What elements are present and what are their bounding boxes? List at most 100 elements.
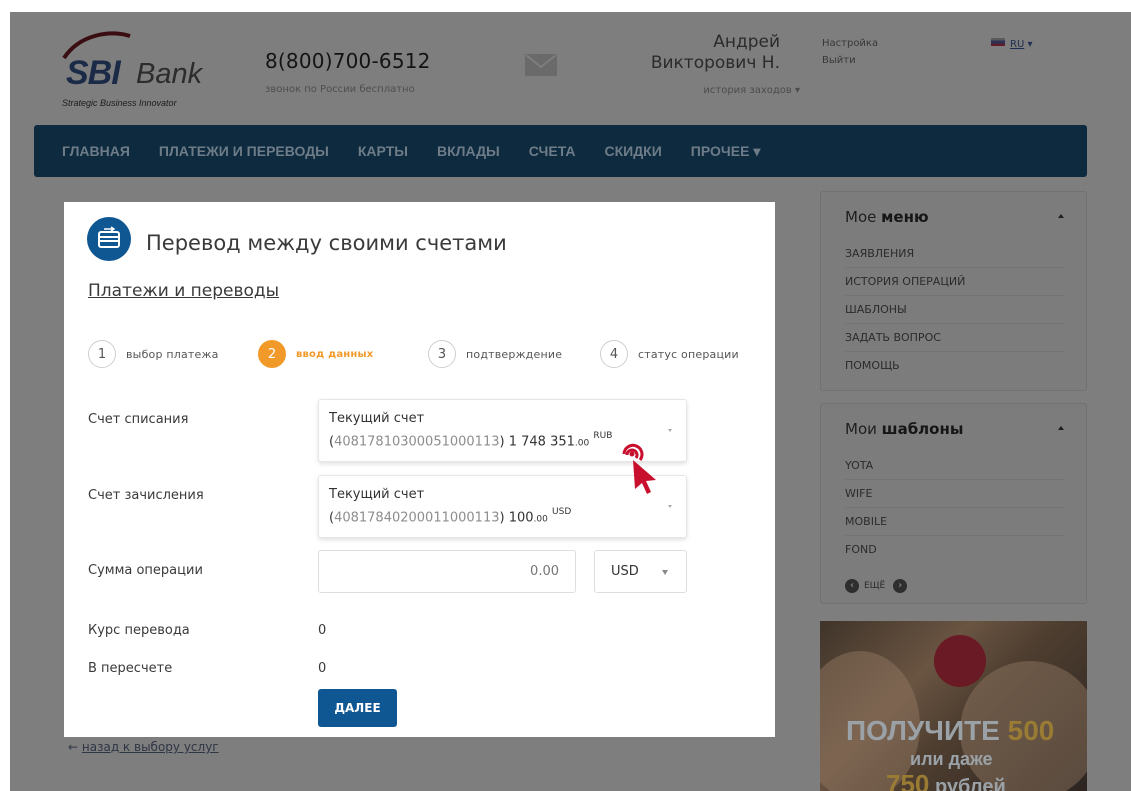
templates-more-label[interactable]: ЕЩЁ <box>864 581 885 591</box>
account-number: 40817840200011000113 <box>334 510 500 526</box>
account-currency: USD <box>552 507 572 517</box>
support-phone: 8(800)700-6512 <box>265 49 431 73</box>
sbi-bank-logo[interactable]: SBI Bank Strategic Business Innovator <box>60 28 230 108</box>
credit-account-label: Счет зачисления <box>88 488 204 503</box>
currency-value: USD <box>611 564 639 579</box>
breadcrumb-payments-link[interactable]: Платежи и переводы <box>88 281 279 301</box>
transfer-modal: Перевод между своими счетами Платежи и п… <box>64 202 775 737</box>
my-menu-panel: Мое меню ЗАЯВЛЕНИЯ ИСТОРИЯ ОПЕРАЦИЙ ШАБЛ… <box>820 191 1087 391</box>
promo-line-3: 750 рублей <box>886 769 1006 791</box>
menu-item-templates[interactable]: ШАБЛОНЫ <box>845 296 1065 324</box>
rate-label: Курс перевода <box>88 623 190 638</box>
user-last-name[interactable]: Викторович Н. <box>610 53 780 73</box>
template-item[interactable]: YOTA <box>845 452 1065 480</box>
back-link-label: назад к выбору услуг <box>81 740 219 754</box>
account-details: (40817810300051000113) 1 748 351.00 RUB <box>329 431 613 450</box>
amount-label: Сумма операции <box>88 563 203 578</box>
credit-account-select[interactable]: Текущий счет (40817840200011000113) 100.… <box>318 475 687 538</box>
nav-item-accounts[interactable]: СЧЕТА <box>529 143 576 159</box>
chevron-down-icon: ▾ <box>753 142 761 159</box>
nav-item-discounts[interactable]: СКИДКИ <box>604 143 661 159</box>
step-number: 3 <box>428 340 456 368</box>
step-label: ввод данных <box>296 348 374 360</box>
step-4[interactable]: 4 статус операции <box>600 340 739 368</box>
chevron-down-icon: ▾ <box>794 85 800 96</box>
chevron-right-icon[interactable]: › <box>893 579 908 593</box>
account-name: Текущий счет <box>329 487 425 502</box>
step-number: 2 <box>258 340 286 368</box>
promo-line-3-number: 750 <box>886 769 930 791</box>
my-templates-title-plain: Мои <box>845 420 877 438</box>
collapse-icon[interactable] <box>1058 214 1064 218</box>
main-nav: ГЛАВНАЯ ПЛАТЕЖИ И ПЕРЕВОДЫ КАРТЫ ВКЛАДЫ … <box>34 125 1087 177</box>
my-templates-panel: Мои шаблоны YOTA WIFE MOBILE FOND ‹ ЕЩЁ … <box>820 403 1087 604</box>
logout-link[interactable]: Выйти <box>822 55 856 66</box>
promo-banner[interactable]: ПОЛУЧИТЕ 500 или даже 750 рублей <box>820 621 1087 791</box>
nav-item-home[interactable]: ГЛАВНАЯ <box>62 143 130 159</box>
debit-account-select[interactable]: Текущий счет (40817810300051000113) 1 74… <box>318 399 687 462</box>
nav-more-label: ПРОЧЕЕ <box>690 142 750 159</box>
login-history-link[interactable]: история заходов ▾ <box>650 85 800 96</box>
my-menu-title-bold: меню <box>881 208 929 226</box>
step-label: выбор платежа <box>126 347 219 361</box>
nav-item-deposits[interactable]: ВКЛАДЫ <box>437 143 500 159</box>
logo-word: Bank <box>136 58 203 90</box>
language-selector[interactable]: RU ▾ <box>991 38 1033 50</box>
chevron-down-icon <box>668 505 672 508</box>
settings-link[interactable]: Настройка <box>822 38 878 49</box>
step-1[interactable]: 1 выбор платежа <box>88 340 219 368</box>
account-details: (40817840200011000113) 100.00 USD <box>329 507 572 526</box>
arrow-left-icon: ← <box>68 740 79 754</box>
promo-line-3-text: рублей <box>934 776 1006 791</box>
logo-tagline: Strategic Business Innovator <box>62 98 177 108</box>
promo-line-2: или даже <box>910 749 993 769</box>
modal-title: Перевод между своими счетами <box>146 231 507 255</box>
russia-flag-icon <box>991 38 1005 46</box>
chevron-down-icon <box>662 570 668 575</box>
chevron-down-icon: ▾ <box>1027 39 1033 50</box>
step-indicator: 1 выбор платежа 2 ввод данных 3 подтверж… <box>88 340 768 370</box>
collapse-icon[interactable] <box>1058 426 1064 430</box>
step-label: подтверждение <box>466 347 563 361</box>
transfer-icon <box>87 217 131 261</box>
user-first-name[interactable]: Андрей <box>640 32 780 52</box>
nav-item-cards[interactable]: КАРТЫ <box>358 143 408 159</box>
template-item[interactable]: FOND <box>845 536 1065 564</box>
language-code: RU <box>1010 39 1025 50</box>
step-3[interactable]: 3 подтверждение <box>428 340 562 368</box>
currency-select[interactable]: USD <box>594 550 687 593</box>
menu-item-operations-history[interactable]: ИСТОРИЯ ОПЕРАЦИЙ <box>845 268 1065 296</box>
menu-item-help[interactable]: ПОМОЩЬ <box>845 352 1065 380</box>
nav-item-payments[interactable]: ПЛАТЕЖИ И ПЕРЕВОДЫ <box>159 143 329 159</box>
promo-line-1-number: 500 <box>1007 715 1055 746</box>
account-balance-decimals: .00 <box>574 438 590 449</box>
converted-value: 0 <box>318 661 327 676</box>
logo-mark: SBI <box>66 54 121 92</box>
template-item[interactable]: WIFE <box>845 480 1065 508</box>
account-balance: 1 748 351 <box>508 434 575 450</box>
menu-item-ask-question[interactable]: ЗАДАТЬ ВОПРОС <box>845 324 1065 352</box>
promo-line-1-text: ПОЛУЧИТЕ <box>846 715 1000 746</box>
account-balance-decimals: .00 <box>533 514 548 525</box>
menu-item-applications[interactable]: ЗАЯВЛЕНИЯ <box>845 240 1065 268</box>
amount-input[interactable] <box>318 550 576 593</box>
login-history-label: история заходов <box>703 85 792 96</box>
my-menu-title: Мое меню <box>845 208 929 226</box>
account-number: 40817810300051000113 <box>334 434 500 450</box>
step-number: 1 <box>88 340 116 368</box>
next-button[interactable]: ДАЛЕЕ <box>318 689 397 727</box>
account-balance: 100 <box>508 510 534 526</box>
template-item[interactable]: MOBILE <box>845 508 1065 536</box>
nav-item-more[interactable]: ПРОЧЕЕ ▾ <box>691 143 761 160</box>
account-name: Текущий счет <box>329 411 425 426</box>
step-2[interactable]: 2 ввод данных <box>258 340 373 368</box>
chevron-down-icon <box>668 429 672 432</box>
chevron-left-icon[interactable]: ‹ <box>845 579 859 593</box>
people-icon <box>934 635 986 687</box>
my-templates-title-bold: шаблоны <box>881 420 964 438</box>
back-to-services-link[interactable]: ← назад к выбору услуг <box>68 740 219 754</box>
my-menu-title-plain: Мое <box>845 208 877 226</box>
mail-icon[interactable] <box>525 54 557 76</box>
support-phone-note: звонок по России бесплатно <box>265 84 415 95</box>
templates-pager: ‹ ЕЩЁ › <box>845 579 912 593</box>
